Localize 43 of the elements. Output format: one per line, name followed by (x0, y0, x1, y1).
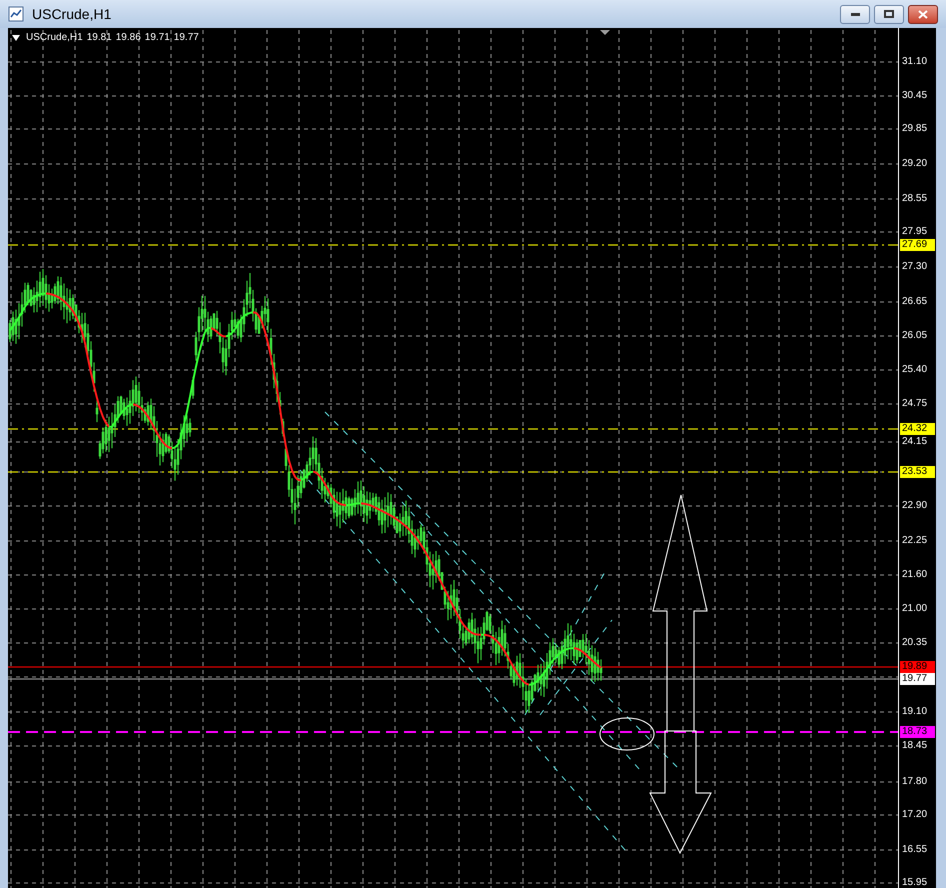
minimize-button[interactable] (840, 4, 870, 24)
chart-window-icon (8, 6, 24, 22)
price-level-label: 18.73 (900, 726, 935, 738)
close-button[interactable] (908, 4, 938, 24)
price-tick-label: 28.55 (902, 193, 928, 205)
price-tick-label: 21.60 (902, 569, 928, 581)
price-tick-label: 16.55 (902, 844, 928, 856)
price-level-label: 19.77 (900, 673, 935, 685)
price-level-label: 27.69 (900, 239, 935, 251)
price-tick-label: 29.20 (902, 158, 928, 170)
price-tick-label: 27.30 (902, 261, 928, 273)
price-tick-label: 31.10 (902, 56, 928, 68)
price-tick-label: 27.95 (902, 226, 928, 238)
chart-symbol: USCrude,H1 (26, 31, 83, 45)
quote-value: 19.77 (174, 31, 199, 45)
window-title: USCrude,H1 (32, 4, 112, 24)
price-tick-label: 26.65 (902, 296, 928, 308)
price-level-label: 23.53 (900, 466, 935, 478)
maximize-button[interactable] (874, 4, 904, 24)
quote-value: 19.86 (116, 31, 141, 45)
price-tick-label: 15.95 (902, 877, 928, 888)
dropdown-triangle-icon[interactable] (12, 34, 20, 40)
close-icon (918, 10, 928, 18)
price-tick-label: 22.25 (902, 535, 928, 547)
price-tick-label: 24.75 (902, 398, 928, 410)
price-tick-label: 21.00 (902, 603, 928, 615)
price-tick-label: 18.45 (902, 740, 928, 752)
price-tick-label: 25.40 (902, 364, 928, 376)
shift-marker-icon (600, 30, 610, 35)
price-level-label: 19.89 (900, 661, 935, 673)
price-level-label: 24.32 (900, 423, 935, 435)
price-tick-label: 29.85 (902, 123, 928, 135)
price-tick-label: 26.05 (902, 330, 928, 342)
quote-value: 19.81 (86, 31, 112, 45)
price-tick-label: 24.15 (902, 436, 928, 448)
price-tick-label: 17.80 (902, 776, 928, 788)
price-tick-label: 22.90 (902, 500, 928, 512)
ellipse-drawing (600, 718, 654, 750)
price-tick-label: 19.10 (902, 706, 928, 718)
price-tick-label: 20.35 (902, 637, 928, 649)
quote-value: 19.71 (144, 31, 170, 45)
price-tick-label: 30.45 (902, 90, 928, 102)
price-tick-label: 17.20 (902, 809, 928, 821)
